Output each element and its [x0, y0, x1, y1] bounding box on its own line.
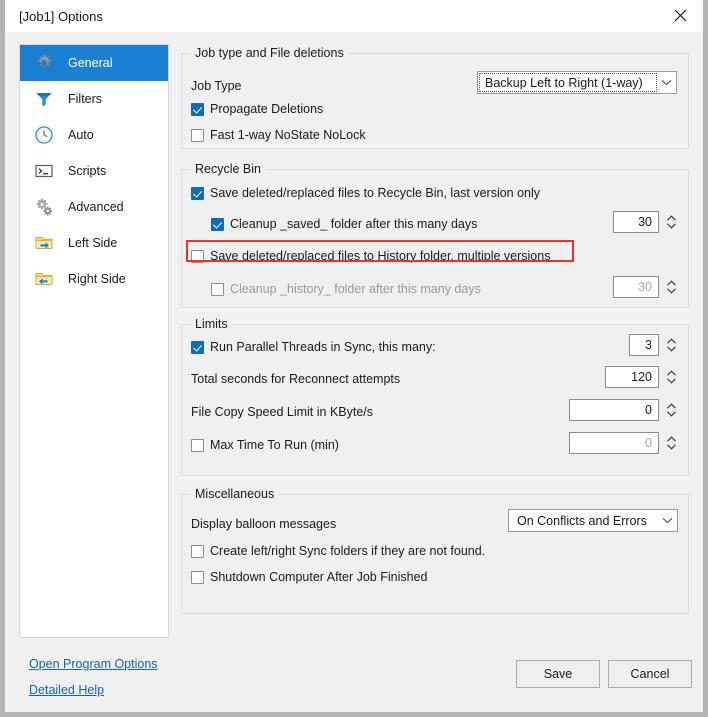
copy-speed-limit-value[interactable]: 0 — [569, 399, 659, 421]
cleanup-history-days-value[interactable]: 30 — [613, 276, 659, 298]
cleanup-saved-checkbox[interactable] — [211, 217, 224, 231]
console-icon — [32, 159, 56, 183]
max-time-to-run-row[interactable]: Max Time To Run (min) — [191, 438, 339, 452]
cleanup-saved-label: Cleanup _saved_ folder after this many d… — [230, 217, 478, 231]
reconnect-seconds-stepper[interactable]: 120 — [605, 366, 679, 388]
parallel-threads-row[interactable]: Run Parallel Threads in Sync, this many: — [191, 340, 436, 354]
shutdown-computer-row[interactable]: Shutdown Computer After Job Finished — [191, 570, 427, 584]
create-sync-folders-checkbox[interactable] — [191, 544, 204, 558]
stepper-arrows-icon[interactable] — [663, 211, 679, 233]
stepper-arrows-icon[interactable] — [663, 399, 679, 421]
group-legend: Limits — [191, 317, 232, 331]
parallel-threads-value[interactable]: 3 — [629, 334, 659, 356]
fast-nostate-nolock-checkbox[interactable] — [191, 128, 204, 142]
cleanup-history-checkbox[interactable] — [211, 282, 224, 296]
cleanup-history-days-stepper[interactable]: 30 — [613, 276, 679, 298]
copy-speed-limit-stepper[interactable]: 0 — [569, 399, 679, 421]
save-recycle-bin-checkbox[interactable] — [191, 186, 204, 200]
parallel-threads-checkbox[interactable] — [191, 340, 204, 354]
settings-pane: Job type and File deletions Job Type Bac… — [181, 44, 689, 638]
category-sidebar: General Filters Auto Scripts Advanced Le… — [19, 44, 169, 638]
fast-nostate-nolock-label: Fast 1-way NoState NoLock — [210, 128, 366, 142]
reconnect-seconds-label: Total seconds for Reconnect attempts — [191, 372, 401, 386]
detailed-help-link[interactable]: Detailed Help — [29, 683, 104, 697]
dialog-body: General Filters Auto Scripts Advanced Le… — [5, 32, 703, 712]
sidebar-item-left-side[interactable]: Left Side — [20, 225, 168, 261]
group-legend: Recycle Bin — [191, 162, 265, 176]
stepper-arrows-icon[interactable] — [663, 432, 679, 454]
cleanup-saved-row[interactable]: Cleanup _saved_ folder after this many d… — [211, 217, 477, 231]
cleanup-history-row[interactable]: Cleanup _history_ folder after this many… — [211, 282, 481, 296]
sidebar-item-auto[interactable]: Auto — [20, 117, 168, 153]
propagate-deletions-row[interactable]: Propagate Deletions — [191, 102, 323, 116]
group-legend: Job type and File deletions — [191, 46, 348, 60]
gears-icon — [32, 195, 56, 219]
cleanup-saved-days-value[interactable]: 30 — [613, 211, 659, 233]
sidebar-item-filters[interactable]: Filters — [20, 81, 168, 117]
sidebar-item-label: Right Side — [68, 272, 126, 286]
gear-icon — [32, 51, 56, 75]
balloon-messages-value: On Conflicts and Errors — [517, 513, 647, 528]
stepper-arrows-icon[interactable] — [663, 366, 679, 388]
balloon-messages-label-row: Display balloon messages — [191, 517, 336, 531]
open-program-options-link[interactable]: Open Program Options — [29, 657, 158, 671]
group-legend: Miscellaneous — [191, 487, 279, 501]
balloon-messages-label: Display balloon messages — [191, 517, 337, 531]
reconnect-seconds-row: Total seconds for Reconnect attempts — [191, 372, 400, 386]
sidebar-item-label: Filters — [68, 92, 103, 106]
job-type-select[interactable]: Backup Left to Right (1-way) — [477, 71, 677, 94]
parallel-threads-label: Run Parallel Threads in Sync, this many: — [210, 340, 436, 354]
max-time-to-run-label: Max Time To Run (min) — [210, 438, 339, 452]
job-type-label-row: Job Type — [191, 79, 242, 93]
options-dialog-window: [Job1] Options General Filters Auto Scri… — [0, 0, 708, 717]
save-history-label: Save deleted/replaced files to History f… — [210, 249, 551, 263]
sidebar-item-right-side[interactable]: Right Side — [20, 261, 168, 297]
copy-speed-limit-row: File Copy Speed Limit in KByte/s — [191, 405, 373, 419]
sidebar-item-general[interactable]: General — [20, 45, 168, 81]
save-recycle-bin-row[interactable]: Save deleted/replaced files to Recycle B… — [191, 186, 540, 200]
max-time-to-run-checkbox[interactable] — [191, 438, 204, 452]
stepper-arrows-icon[interactable] — [663, 276, 679, 298]
sidebar-item-label: Left Side — [68, 236, 118, 250]
create-sync-folders-label: Create left/right Sync folders if they a… — [210, 544, 486, 558]
reconnect-seconds-value[interactable]: 120 — [605, 366, 659, 388]
job-type-label: Job Type — [191, 79, 242, 93]
balloon-messages-select[interactable]: On Conflicts and Errors — [508, 509, 678, 532]
max-time-to-run-value[interactable]: 0 — [569, 432, 659, 454]
folder-right-arrow-icon — [32, 231, 56, 255]
create-sync-folders-row[interactable]: Create left/right Sync folders if they a… — [191, 544, 485, 558]
sidebar-item-label: Advanced — [68, 200, 124, 214]
cancel-button[interactable]: Cancel — [608, 660, 692, 688]
title-bar: [Job1] Options — [5, 0, 703, 33]
copy-speed-limit-label: File Copy Speed Limit in KByte/s — [191, 405, 374, 419]
job-type-value: Backup Left to Right (1-way) — [479, 73, 657, 92]
propagate-deletions-checkbox[interactable] — [191, 102, 204, 116]
stepper-arrows-icon[interactable] — [663, 334, 679, 356]
window-title: [Job1] Options — [19, 9, 103, 24]
parallel-threads-stepper[interactable]: 3 — [629, 334, 679, 356]
max-time-to-run-stepper[interactable]: 0 — [569, 432, 679, 454]
cleanup-history-label: Cleanup _history_ folder after this many… — [230, 282, 481, 296]
save-recycle-bin-label: Save deleted/replaced files to Recycle B… — [210, 186, 541, 200]
propagate-deletions-label: Propagate Deletions — [210, 102, 324, 116]
sidebar-item-scripts[interactable]: Scripts — [20, 153, 168, 189]
chevron-down-icon — [657, 517, 677, 524]
funnel-icon — [32, 87, 56, 111]
close-icon[interactable] — [657, 0, 703, 31]
folder-left-arrow-icon — [32, 267, 56, 291]
shutdown-computer-label: Shutdown Computer After Job Finished — [210, 570, 428, 584]
clock-icon — [32, 123, 56, 147]
fast-nostate-nolock-row[interactable]: Fast 1-way NoState NoLock — [191, 128, 366, 142]
sidebar-item-advanced[interactable]: Advanced — [20, 189, 168, 225]
sidebar-item-label: General — [68, 56, 113, 70]
save-history-row[interactable]: Save deleted/replaced files to History f… — [191, 249, 550, 263]
save-button[interactable]: Save — [516, 660, 600, 688]
save-history-checkbox[interactable] — [191, 249, 204, 263]
sidebar-item-label: Scripts — [68, 164, 107, 178]
cleanup-saved-days-stepper[interactable]: 30 — [613, 211, 679, 233]
sidebar-item-label: Auto — [68, 128, 94, 142]
chevron-down-icon — [656, 79, 676, 86]
shutdown-computer-checkbox[interactable] — [191, 570, 204, 584]
